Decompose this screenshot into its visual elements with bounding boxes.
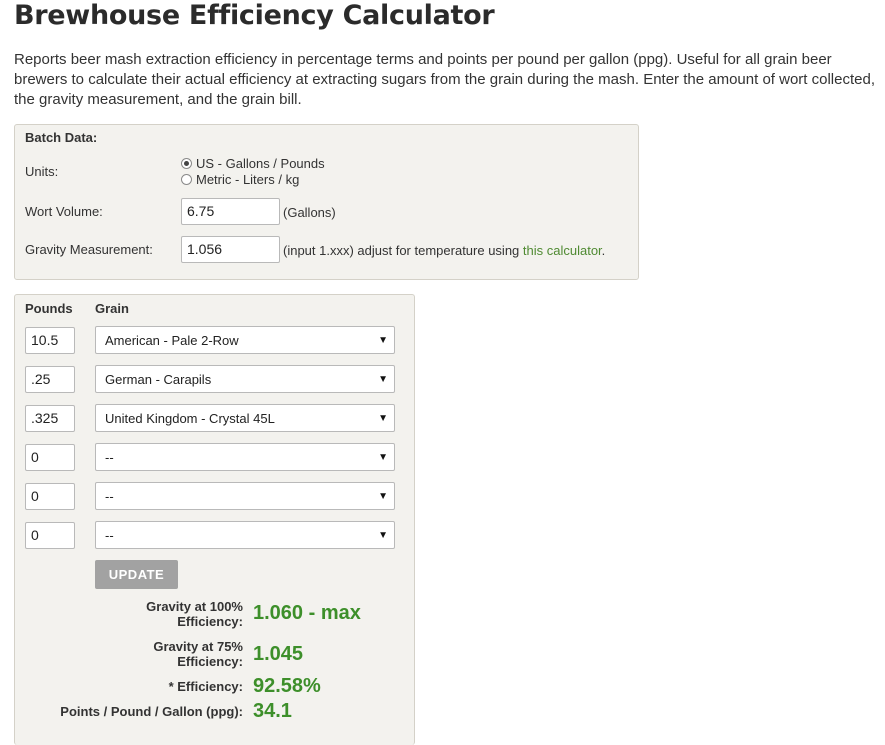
pounds-input[interactable]: 0: [25, 483, 75, 510]
grain-select[interactable]: -- ▼: [95, 521, 395, 549]
gravity-75-label-line2: Efficiency:: [177, 654, 243, 669]
grain-select[interactable]: German - Carapils ▼: [95, 365, 395, 393]
temperature-calculator-link[interactable]: this calculator: [523, 243, 602, 258]
gravity-label: Gravity Measurement:: [25, 242, 153, 257]
pounds-input[interactable]: 0: [25, 444, 75, 471]
update-button[interactable]: UPDATE: [95, 560, 178, 589]
chevron-down-icon: ▼: [378, 335, 388, 346]
chevron-down-icon: ▼: [378, 413, 388, 424]
gravity-75-label-line1: Gravity at 75%: [153, 639, 243, 654]
pounds-input[interactable]: 0: [25, 522, 75, 549]
radio-metric-icon[interactable]: [181, 174, 192, 185]
page-title: Brewhouse Efficiency Calculator: [14, 0, 495, 31]
gravity-input[interactable]: 1.056: [181, 236, 280, 263]
chevron-down-icon: ▼: [378, 530, 388, 541]
chevron-down-icon: ▼: [378, 452, 388, 463]
grain-bill-panel: Pounds Grain 10.5 American - Pale 2-Row ▼…: [14, 294, 415, 745]
pounds-input[interactable]: 10.5: [25, 327, 75, 354]
batch-data-heading: Batch Data:: [25, 130, 98, 145]
pounds-input[interactable]: .25: [25, 366, 75, 393]
pounds-column-header: Pounds: [25, 301, 73, 316]
grain-select-value: United Kingdom - Crystal 45L: [105, 411, 275, 426]
ppg-label: Points / Pound / Gallon (ppg):: [60, 704, 243, 719]
gravity-100-label-line2: Efficiency:: [177, 614, 243, 629]
grain-column-header: Grain: [95, 301, 129, 316]
grain-select-value: --: [105, 450, 114, 465]
gravity-75-label: Gravity at 75% Efficiency:: [153, 639, 243, 669]
efficiency-value: 92.58%: [253, 675, 321, 697]
gravity-note-text: (input 1.xxx) adjust for temperature usi…: [283, 243, 520, 258]
chevron-down-icon: ▼: [378, 491, 388, 502]
grain-select[interactable]: -- ▼: [95, 482, 395, 510]
batch-data-panel: Batch Data: Units: US - Gallons / Pounds…: [14, 124, 639, 280]
radio-us-icon[interactable]: [181, 158, 192, 169]
unit-option-metric[interactable]: Metric - Liters / kg: [181, 172, 299, 187]
grain-select[interactable]: United Kingdom - Crystal 45L ▼: [95, 404, 395, 432]
page-description: Reports beer mash extraction efficiency …: [14, 51, 875, 108]
grain-select[interactable]: American - Pale 2-Row ▼: [95, 326, 395, 354]
unit-option-us[interactable]: US - Gallons / Pounds: [181, 156, 325, 171]
unit-option-metric-label: Metric - Liters / kg: [196, 172, 300, 187]
grain-select-value: American - Pale 2-Row: [105, 333, 239, 348]
gravity-100-label-line1: Gravity at 100%: [146, 599, 243, 614]
wort-volume-input[interactable]: 6.75: [181, 198, 280, 225]
wort-volume-label: Wort Volume:: [25, 204, 103, 219]
gravity-note: (input 1.xxx) adjust for temperature usi…: [283, 243, 605, 258]
efficiency-label: * Efficiency:: [168, 679, 243, 694]
gravity-75-value: 1.045: [253, 643, 304, 665]
chevron-down-icon: ▼: [378, 374, 388, 385]
grain-select-value: German - Carapils: [105, 372, 212, 387]
ppg-value: 34.1: [253, 700, 292, 722]
pounds-input[interactable]: .325: [25, 405, 75, 432]
grain-select-value: --: [105, 528, 114, 543]
gravity-100-label: Gravity at 100% Efficiency:: [146, 599, 243, 629]
units-label: Units:: [25, 164, 59, 179]
gravity-100-value: 1.060 - max: [253, 602, 361, 624]
gravity-note-end: .: [601, 243, 606, 258]
wort-volume-unit: (Gallons): [283, 205, 336, 220]
unit-option-us-label: US - Gallons / Pounds: [196, 156, 325, 171]
grain-select-value: --: [105, 489, 114, 504]
grain-select[interactable]: -- ▼: [95, 443, 395, 471]
